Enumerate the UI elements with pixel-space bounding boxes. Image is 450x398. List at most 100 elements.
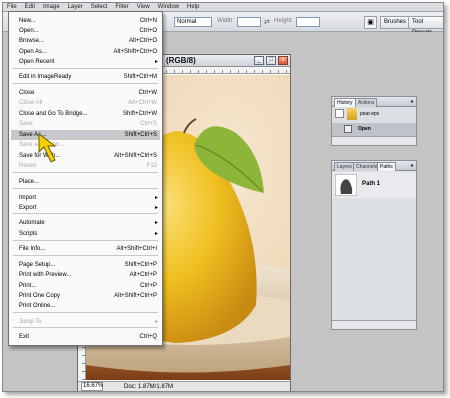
menu-item-open-as[interactable]: Open As... Alt+Shift+Ctrl+O xyxy=(11,47,160,57)
tab-actions[interactable]: Actions xyxy=(355,98,378,107)
menu-item-label: Open Recent xyxy=(19,59,55,65)
path-row[interactable]: Path 1 xyxy=(332,172,416,198)
menu-item-revert[interactable]: Revert F12 xyxy=(11,161,160,171)
submenu-arrow-icon: ▸ xyxy=(154,231,158,237)
snapshot-name: pear.eps xyxy=(360,111,380,117)
menu-item-close[interactable]: Close Ctrl+W xyxy=(11,88,160,98)
height-field[interactable] xyxy=(296,17,320,27)
menubar-window[interactable]: Window xyxy=(158,4,179,10)
width-label: Width: xyxy=(217,18,235,24)
swap-icon[interactable]: ⇄ xyxy=(264,18,270,26)
snapshot-thumbnail xyxy=(335,109,344,118)
menu-item-exit[interactable]: Exit Ctrl+Q xyxy=(11,332,160,342)
menu-item-scripts[interactable]: Scripts ▸ xyxy=(11,229,160,239)
menu-item-open[interactable]: Open... Ctrl+O xyxy=(11,26,160,36)
menu-item-label: Close and Go To Bridge... xyxy=(19,111,88,117)
menu-item-shortcut: Ctrl+N xyxy=(139,18,157,24)
menu-item-print-one-copy[interactable]: Print One Copy Alt+Shift+Ctrl+P xyxy=(11,291,160,301)
menu-item-page-setup[interactable]: Page Setup... Shift+Ctrl+P xyxy=(11,260,160,270)
menubar-file[interactable]: File xyxy=(7,4,17,10)
menubar-image[interactable]: Image xyxy=(43,4,60,10)
pear-thumbnail xyxy=(347,108,357,120)
paths-palette-menu-icon[interactable]: ▸ xyxy=(411,162,414,169)
document-title: (RGB/8) xyxy=(166,56,196,65)
style-select[interactable]: Normal xyxy=(174,17,212,27)
menu-item-save-for-web[interactable]: Save for Web... Alt+Shift+Ctrl+S xyxy=(11,151,160,161)
minimize-button[interactable]: _ xyxy=(254,56,264,65)
width-field[interactable] xyxy=(237,17,261,27)
menu-item-save-as[interactable]: Save As... Shift+Ctrl+S xyxy=(11,130,160,140)
menu-item-label: Import xyxy=(19,195,37,201)
menu-separator xyxy=(13,255,158,256)
menubar-layer[interactable]: Layer xyxy=(68,4,83,10)
menubar-select[interactable]: Select xyxy=(91,4,108,10)
submenu-arrow-icon: ▸ xyxy=(154,195,158,201)
menu-separator xyxy=(13,68,158,69)
menu-item-label: Save xyxy=(19,121,33,127)
menu-item-shortcut: Ctrl+Q xyxy=(139,334,157,340)
menu-item-label: Close All xyxy=(19,100,43,106)
menu-item-label: Exit xyxy=(19,334,30,340)
mouse-cursor-icon xyxy=(38,133,57,163)
menu-separator xyxy=(13,240,158,241)
menu-item-shortcut: Alt+Shift+Ctrl+I xyxy=(116,246,157,252)
menubar-view[interactable]: View xyxy=(137,4,150,10)
history-snapshot[interactable]: pear.eps xyxy=(332,108,416,122)
menu-item-new[interactable]: New... Ctrl+N xyxy=(11,16,160,26)
menu-item-print[interactable]: Print... Ctrl+P xyxy=(11,281,160,291)
menu-item-label: Export xyxy=(19,205,37,211)
menu-item-label: Page Setup... xyxy=(19,262,56,268)
menu-item-jump-to[interactable]: Jump To ▸ xyxy=(11,317,160,327)
menu-item-shortcut: Alt+Shift+Ctrl+P xyxy=(114,293,157,299)
menubar-filter[interactable]: Filter xyxy=(115,4,128,10)
palette-dock-icon[interactable]: ▣ xyxy=(364,16,377,29)
menu-item-label: Close xyxy=(19,90,35,96)
tab-layers[interactable]: Layers xyxy=(334,162,356,171)
maximize-button[interactable]: □ xyxy=(266,56,276,65)
tab-paths[interactable]: Paths xyxy=(377,162,396,171)
menu-separator xyxy=(13,188,158,189)
menu-item-edit-in-imageready[interactable]: Edit in ImageReady Shift+Ctrl+M xyxy=(11,72,160,82)
history-palette-footer xyxy=(332,136,416,145)
menu-item-place[interactable]: Place... xyxy=(11,177,160,187)
menu-item-label: Open... xyxy=(19,28,39,34)
state-icon xyxy=(344,125,352,133)
menu-item-label: Print with Preview... xyxy=(19,272,72,278)
menubar-help[interactable]: Help xyxy=(187,4,199,10)
menu-item-shortcut: Alt+Ctrl+P xyxy=(129,272,157,278)
menu-item-print-with-preview[interactable]: Print with Preview... Alt+Ctrl+P xyxy=(11,270,160,280)
menu-item-browse[interactable]: Browse... Alt+Ctrl+O xyxy=(11,36,160,46)
tab-history[interactable]: History xyxy=(334,98,356,107)
menu-item-label: Print One Copy xyxy=(19,293,61,299)
menu-item-shortcut: Ctrl+O xyxy=(139,28,157,34)
path-thumbnail-icon xyxy=(335,174,357,196)
menu-item-shortcut: Ctrl+S xyxy=(140,121,157,127)
zoom-field[interactable]: 16.67% xyxy=(81,382,103,391)
menu-item-shortcut: Shift+Ctrl+W xyxy=(122,111,157,117)
history-palette-header: History Actions ▸ xyxy=(332,97,416,107)
menu-item-shortcut: Alt+Shift+Ctrl+S xyxy=(114,153,157,159)
menu-item-save-a-version[interactable]: Save a Version... xyxy=(11,140,160,150)
menu-item-close-all[interactable]: Close All Alt+Ctrl+W xyxy=(11,98,160,108)
menu-item-automate[interactable]: Automate ▸ xyxy=(11,218,160,228)
menu-separator xyxy=(13,83,158,84)
close-button[interactable]: x xyxy=(278,56,288,65)
menu-item-file-info[interactable]: File Info... Alt+Shift+Ctrl+I xyxy=(11,244,160,254)
menu-item-label: Edit in ImageReady xyxy=(19,74,72,80)
menu-separator xyxy=(13,312,158,313)
menu-item-import[interactable]: Import ▸ xyxy=(11,193,160,203)
path-name: Path 1 xyxy=(362,181,381,187)
palette-menu-icon[interactable]: ▸ xyxy=(411,98,414,105)
menu-item-save[interactable]: Save Ctrl+S xyxy=(11,119,160,129)
menu-item-close-and-go-to-bridge[interactable]: Close and Go To Bridge... Shift+Ctrl+W xyxy=(11,109,160,119)
tab-tool-presets[interactable]: Tool Presets xyxy=(408,16,443,36)
menu-item-print-online[interactable]: Print Online... xyxy=(11,301,160,311)
menubar-edit[interactable]: Edit xyxy=(25,4,35,10)
menu-separator xyxy=(13,327,158,328)
history-state-open[interactable]: Open xyxy=(332,123,416,137)
menu-item-open-recent[interactable]: Open Recent ▸ xyxy=(11,57,160,67)
tab-brushes[interactable]: Brushes xyxy=(380,16,411,29)
history-state-label: Open xyxy=(358,126,371,132)
menu-item-export[interactable]: Export ▸ xyxy=(11,203,160,213)
menu-separator xyxy=(13,213,158,214)
